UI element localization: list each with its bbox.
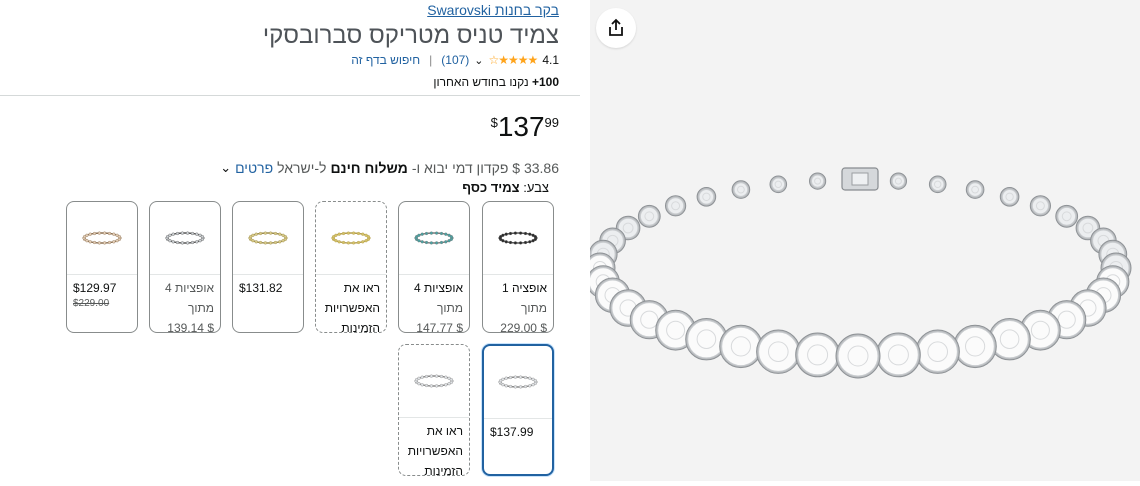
bought-text: נקנו בחודש האחרון bbox=[433, 75, 529, 89]
divider bbox=[0, 95, 580, 96]
swatch-see-options: הזמינות bbox=[341, 321, 380, 333]
swatch-from: מתוך bbox=[436, 301, 463, 315]
swatch-price: $ 229.00 bbox=[500, 321, 547, 333]
swatch-info: ראו את האפשרויות הזמינות bbox=[399, 418, 469, 476]
price-whole: 137 bbox=[497, 111, 545, 142]
swatch-price: $137.99 bbox=[490, 425, 534, 439]
color-swatch-silver-blue[interactable]: אופציות 4 מתוך $ 139.14 bbox=[149, 201, 221, 333]
swatch-info: אופציות 4 מתוך $ 139.14 bbox=[150, 275, 220, 333]
swatch-options: אופציה 1 bbox=[501, 281, 547, 295]
swatch-info: $129.97 $229.00 bbox=[67, 275, 137, 313]
review-count-link[interactable]: (107) bbox=[441, 53, 469, 67]
share-icon bbox=[609, 18, 623, 36]
swatch-options: אופציות 4 bbox=[164, 281, 214, 295]
swatch-price: $ 147.77 bbox=[416, 321, 463, 333]
color-swatch-black[interactable]: אופציה 1 מתוך $ 229.00 bbox=[482, 201, 554, 333]
price-fraction: 99 bbox=[544, 115, 559, 130]
price: $ 137 99 bbox=[491, 112, 559, 142]
star-rating-icon[interactable]: ★★★★☆ bbox=[489, 53, 539, 67]
bought-number: 100+ bbox=[531, 75, 559, 89]
swatch-thumbnail bbox=[316, 202, 386, 275]
swatch-see-options: ראו את bbox=[343, 281, 380, 295]
swatch-info: ראו את האפשרויות הזמינות bbox=[316, 275, 386, 333]
swatch-thumbnail bbox=[233, 202, 303, 275]
swatch-info: $131.82 bbox=[233, 275, 303, 301]
swatch-from: מתוך bbox=[520, 301, 547, 315]
chevron-down-icon[interactable]: ⌄ bbox=[474, 54, 483, 67]
swatch-see-options: הזמינות bbox=[424, 464, 463, 476]
swatch-price: $ 139.14 bbox=[167, 321, 214, 333]
rating-row: 4.1 ★★★★☆ ⌄ (107) | חיפוש בדף זה bbox=[351, 53, 559, 67]
import-deposit: 33.86 $ פקדון דמי יבוא ו- bbox=[411, 160, 559, 176]
swatch-thumbnail bbox=[67, 202, 137, 275]
swatch-thumbnail bbox=[399, 202, 469, 275]
color-swatch-silver-unavailable[interactable]: ראו את האפשרויות הזמינות bbox=[398, 344, 470, 476]
swatch-thumbnail bbox=[150, 202, 220, 275]
color-swatch-teal[interactable]: אופציות 4 מתוך $ 147.77 bbox=[398, 201, 470, 333]
swatch-see-options: האפשרויות bbox=[407, 444, 463, 458]
swatch-thumbnail bbox=[484, 346, 552, 419]
swatch-info: $137.99 bbox=[484, 419, 552, 445]
swatch-price: $131.82 bbox=[239, 281, 283, 295]
swatch-thumbnail bbox=[399, 345, 469, 418]
product-image[interactable] bbox=[584, 0, 1140, 481]
delivery-info: 33.86 $ פקדון דמי יבוא ו- משלוח חינם ל-י… bbox=[220, 160, 559, 176]
color-swatch-gold[interactable]: $131.82 bbox=[232, 201, 304, 333]
store-link[interactable]: בקר בחנות Swarovski bbox=[427, 2, 559, 18]
chevron-down-icon[interactable]: ⌄ bbox=[220, 160, 231, 176]
swatch-see-options: האפשרויות bbox=[324, 301, 380, 315]
free-shipping: משלוח חינם bbox=[330, 160, 408, 176]
swatch-options: אופציות 4 bbox=[413, 281, 463, 295]
color-selected-value: צמיד כסף bbox=[462, 180, 520, 195]
color-swatch-rose-gold[interactable]: $129.97 $229.00 bbox=[66, 201, 138, 333]
swatch-see-options: ראו את bbox=[426, 424, 463, 438]
bought-count: 100+ נקנו בחודש האחרון bbox=[433, 75, 559, 89]
swatch-thumbnail bbox=[483, 202, 553, 275]
separator: | bbox=[429, 53, 433, 67]
search-page-link[interactable]: חיפוש בדף זה bbox=[351, 53, 420, 67]
swatch-price: $129.97 bbox=[73, 281, 117, 295]
swatch-info: אופציות 4 מתוך $ 147.77 bbox=[399, 275, 469, 333]
price-symbol: $ bbox=[490, 115, 498, 130]
to-israel: ל-ישראל bbox=[277, 160, 327, 176]
details-link[interactable]: פרטים bbox=[235, 160, 273, 176]
rating-value: 4.1 bbox=[542, 53, 559, 67]
color-swatch-gold-unavailable[interactable]: ראו את האפשרויות הזמינות bbox=[315, 201, 387, 333]
color-swatch-silver-selected[interactable]: $137.99 bbox=[482, 344, 554, 476]
color-label-text: צבע: bbox=[523, 180, 549, 195]
swatch-list-price: $229.00 bbox=[73, 298, 110, 309]
swatch-from: מתוך bbox=[187, 301, 214, 315]
color-label: צבע: צמיד כסף bbox=[462, 180, 549, 195]
swatch-info: אופציה 1 מתוך $ 229.00 bbox=[483, 275, 553, 333]
product-image-pane[interactable] bbox=[584, 0, 1140, 481]
product-title: צמיד טניס מטריקס סברובסקי bbox=[262, 22, 559, 49]
share-button[interactable] bbox=[596, 8, 636, 48]
